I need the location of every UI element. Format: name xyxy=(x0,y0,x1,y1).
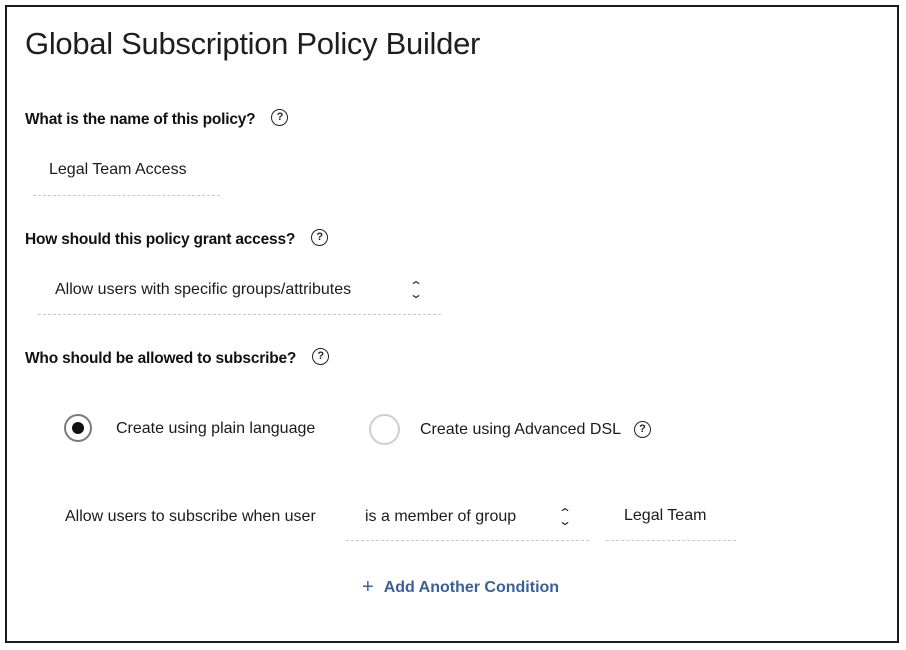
radio-selected[interactable] xyxy=(64,414,92,442)
subscribe-label: Who should be allowed to subscribe? xyxy=(25,350,297,367)
chevron-down-icon: ⌄ xyxy=(557,514,573,528)
chevron-down-icon: ⌄ xyxy=(408,287,424,301)
grant-access-underline xyxy=(38,314,441,315)
grant-access-question: How should this policy grant access?? xyxy=(25,229,329,249)
subscribe-question: Who should be allowed to subscribe?? xyxy=(25,348,330,368)
condition-operator-underline xyxy=(346,540,589,541)
policy-name-input[interactable]: Legal Team Access xyxy=(49,161,187,179)
plus-icon: + xyxy=(362,576,374,598)
grant-access-label: How should this policy grant access? xyxy=(25,231,296,248)
policy-builder-panel xyxy=(5,5,899,643)
radio-advanced-dsl[interactable]: Create using Advanced DSL ? xyxy=(368,414,678,446)
condition-value-underline xyxy=(606,540,736,541)
radio-advanced-dsl-label: Create using Advanced DSL xyxy=(420,421,622,438)
radio-unselected[interactable] xyxy=(369,414,400,445)
policy-name-question: What is the name of this policy?? xyxy=(25,109,289,129)
page-title: Global Subscription Policy Builder xyxy=(25,26,481,61)
condition-value: Legal Team xyxy=(624,507,707,524)
radio-plain-language[interactable]: Create using plain language xyxy=(64,414,334,446)
chevron-up-down-icon: ⌃ ⌄ xyxy=(557,507,573,528)
policy-name-underline xyxy=(33,195,220,196)
question-circle-icon[interactable]: ? xyxy=(271,109,289,127)
question-circle-icon[interactable]: ? xyxy=(634,421,651,439)
add-condition-button[interactable]: + Add Another Condition xyxy=(362,575,559,598)
radio-plain-language-label: Create using plain language xyxy=(116,420,316,437)
grant-access-select[interactable]: Allow users with specific groups/attribu… xyxy=(38,278,441,315)
condition-operator-value: is a member of group xyxy=(365,508,517,525)
condition-prefix: Allow users to subscribe when user xyxy=(65,508,316,525)
question-circle-icon[interactable]: ? xyxy=(312,348,330,366)
chevron-up-down-icon: ⌃ ⌄ xyxy=(408,280,424,301)
condition-operator-select[interactable]: is a member of group ⌃ ⌄ xyxy=(346,502,589,541)
condition-value-input[interactable]: Legal Team xyxy=(606,502,736,541)
question-circle-icon[interactable]: ? xyxy=(311,229,329,247)
grant-access-selected-value: Allow users with specific groups/attribu… xyxy=(55,281,352,298)
policy-name-label: What is the name of this policy? xyxy=(25,111,256,128)
add-condition-label: Add Another Condition xyxy=(383,579,560,596)
